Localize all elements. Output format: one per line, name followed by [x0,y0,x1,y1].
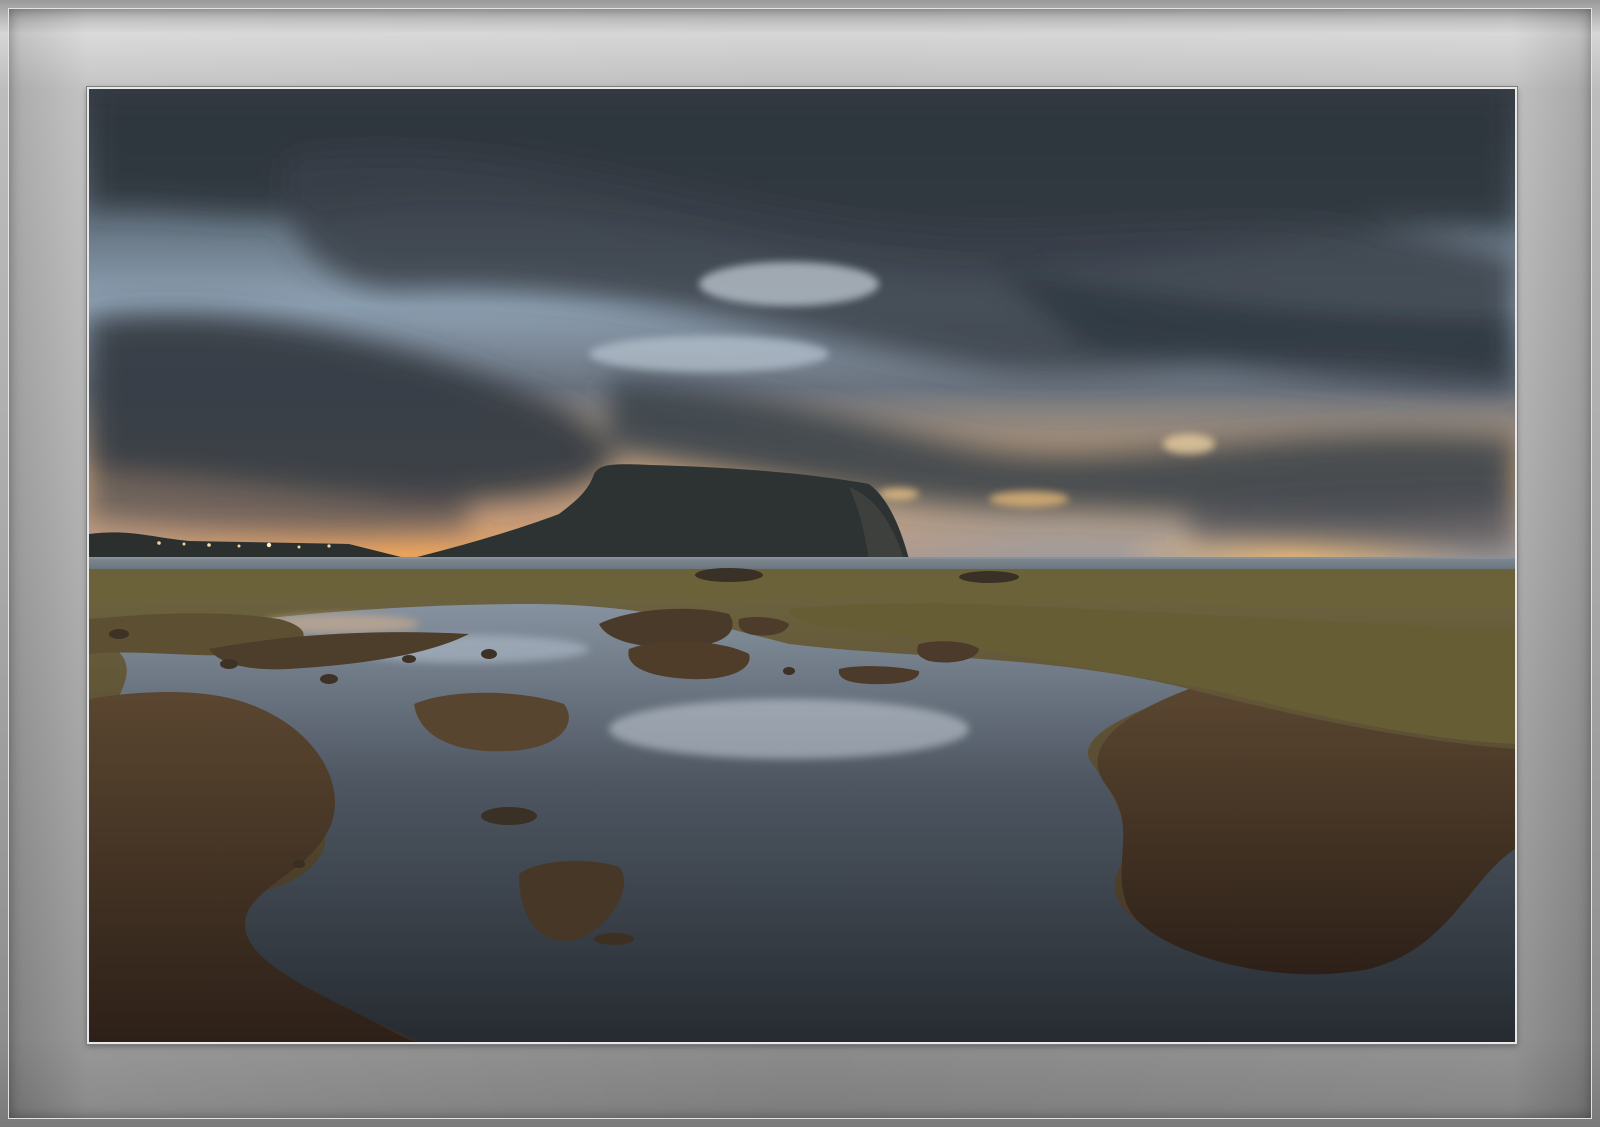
picture-frame [0,0,1600,1127]
photograph [87,87,1517,1044]
seascape-photo [89,89,1515,1042]
